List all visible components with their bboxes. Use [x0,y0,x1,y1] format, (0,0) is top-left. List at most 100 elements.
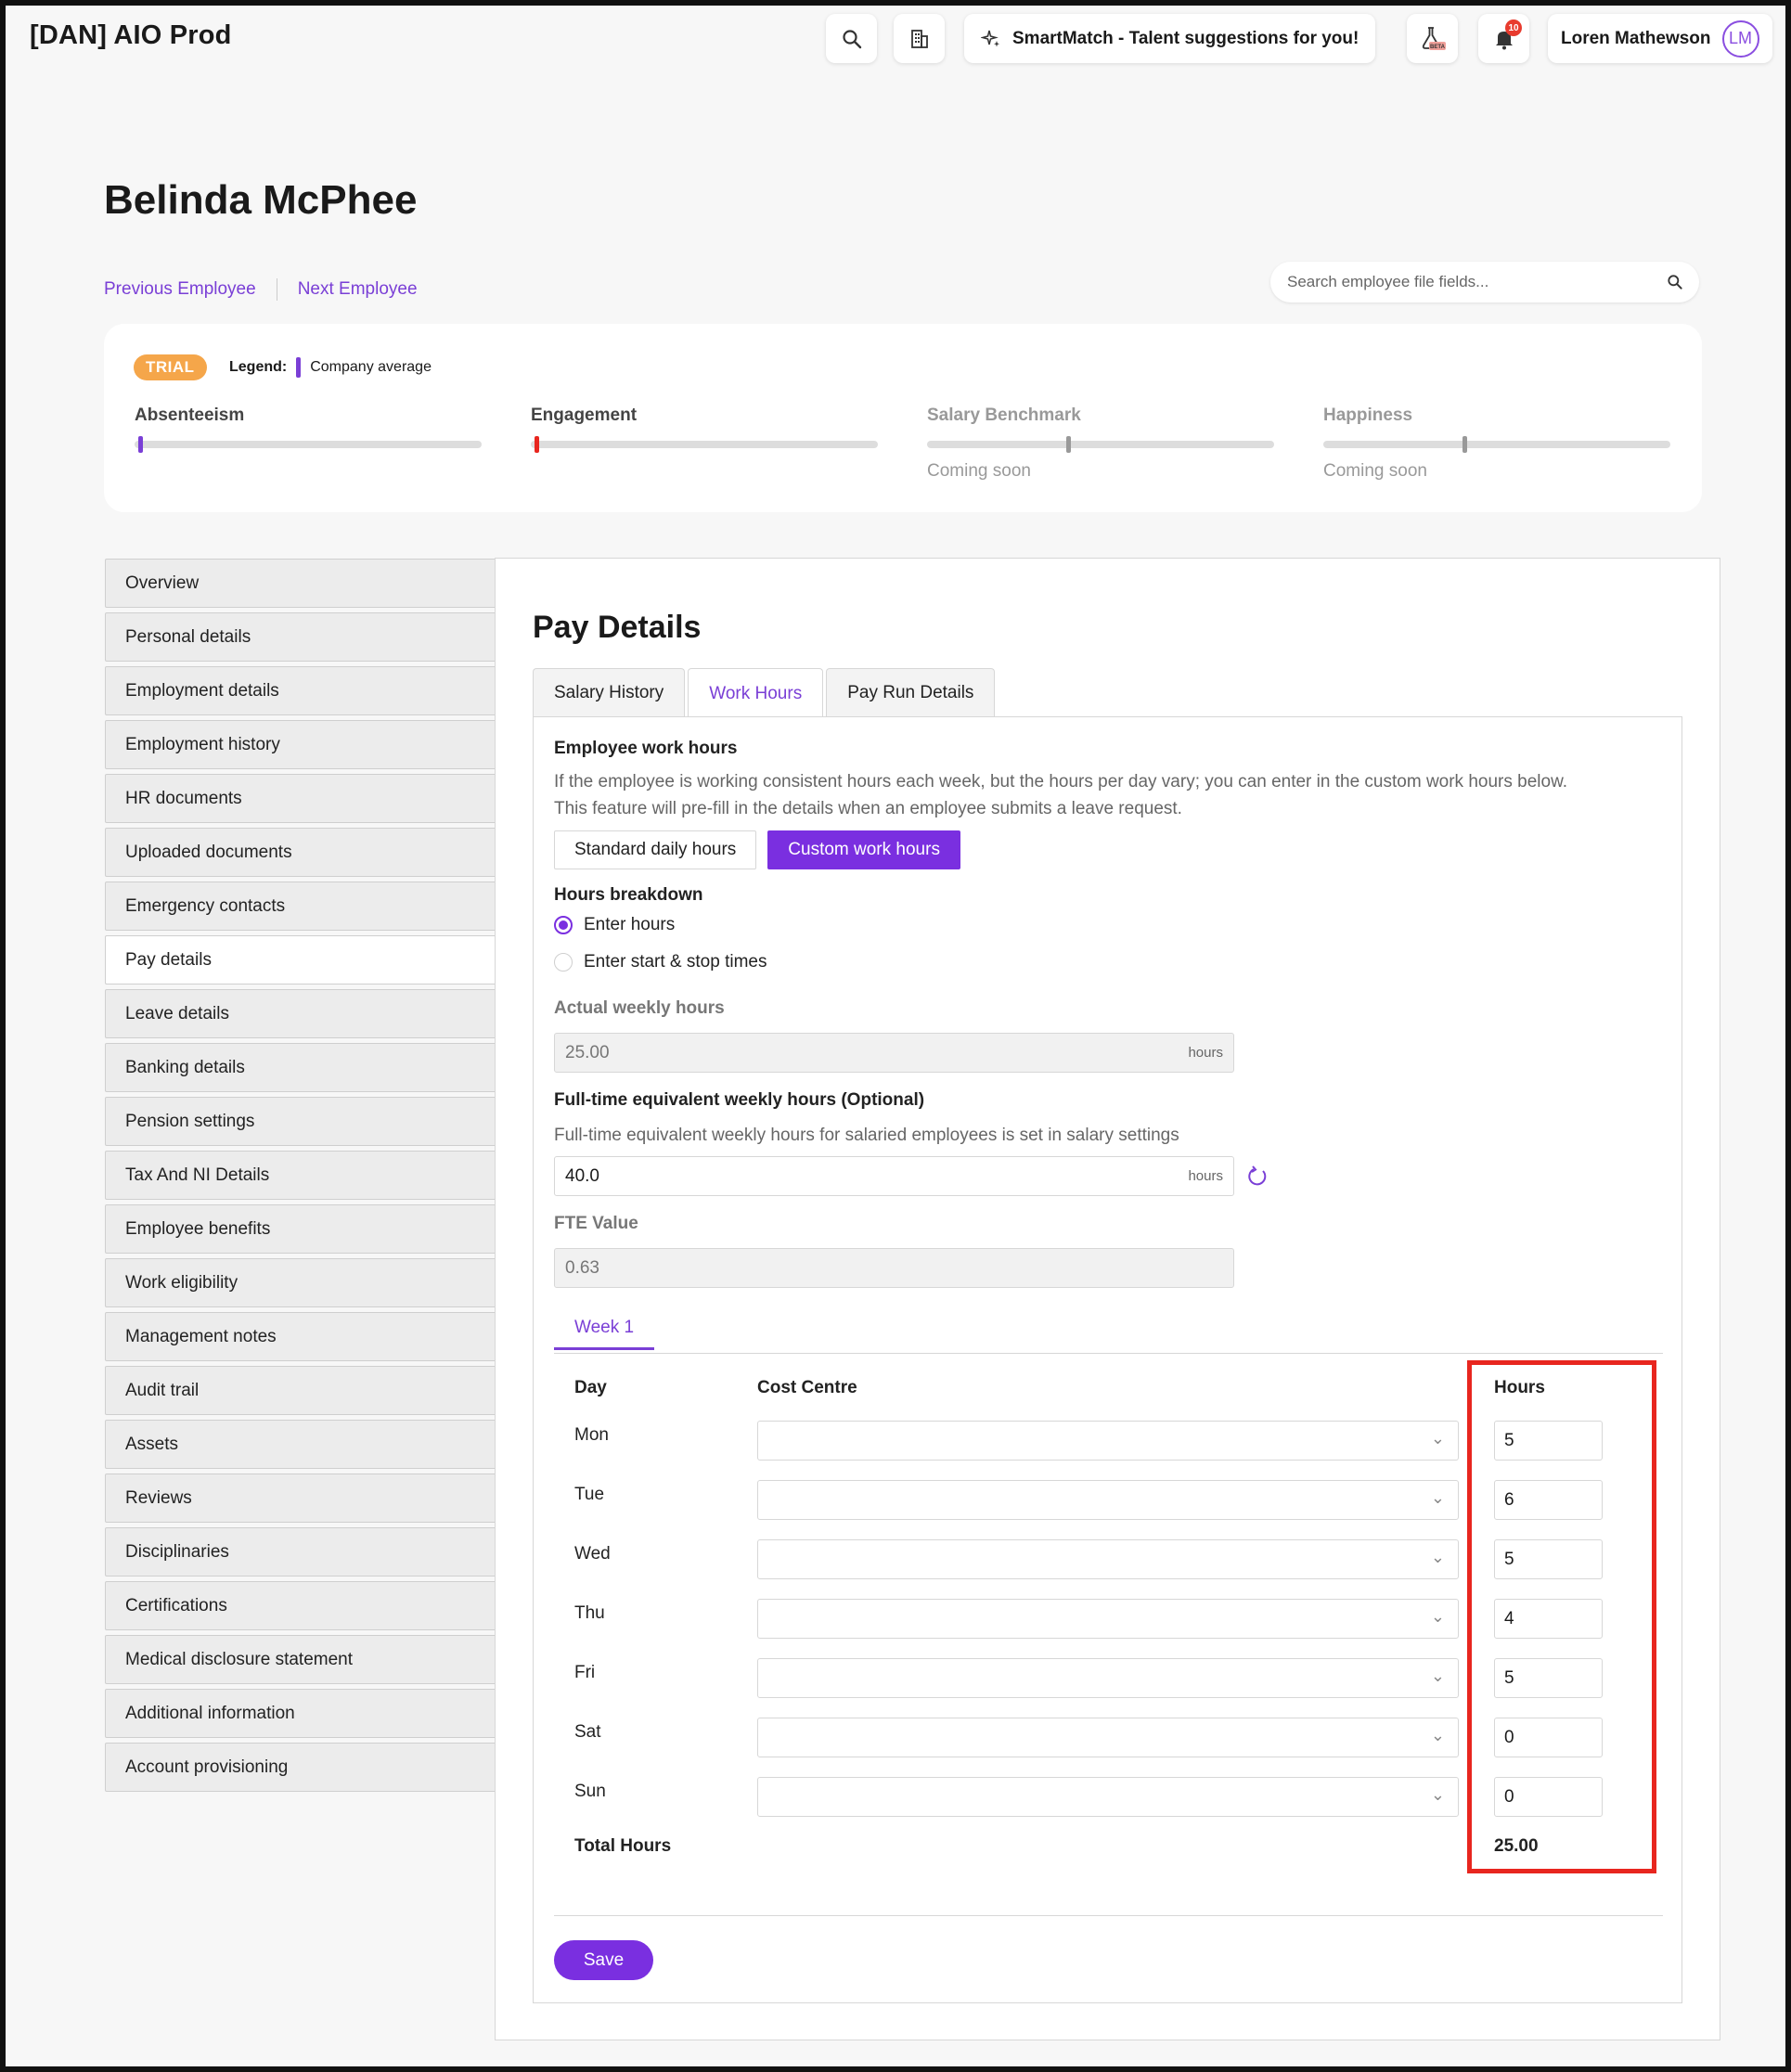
divider [554,1353,1663,1354]
metric-salary-benchmark: Salary Benchmark Coming soon [927,405,1274,482]
chevron-down-icon: ⌄ [1430,1488,1445,1507]
sidebar-item-uploaded-documents[interactable]: Uploaded documents [105,828,496,877]
metric-absenteeism: Absenteeism [135,405,482,453]
tab-salary-history[interactable]: Salary History [533,668,686,716]
sidebar-item-work-eligibility[interactable]: Work eligibility [105,1258,496,1307]
legend-label: Legend: [229,359,288,375]
global-search-button[interactable] [826,14,877,63]
cost-centre-select[interactable]: ⌄ [757,1539,1459,1579]
search-icon[interactable] [1666,273,1684,291]
chevron-down-icon: ⌄ [1430,1429,1445,1448]
metric-engagement: Engagement [531,405,878,453]
total-hours-label: Total Hours [574,1836,672,1856]
chevron-down-icon: ⌄ [1430,1548,1445,1566]
legend-item: Company average [310,359,432,375]
sidebar-item-account-provisioning[interactable]: Account provisioning [105,1743,496,1792]
fte-value-label: FTE Value [554,1214,638,1233]
sidebar-item-employee-benefits[interactable]: Employee benefits [105,1204,496,1254]
cost-centre-select[interactable]: ⌄ [757,1480,1459,1520]
smartmatch-label: SmartMatch - Talent suggestions for you! [1012,28,1359,48]
beta-labs-button[interactable]: BETA [1407,14,1458,63]
user-menu-button[interactable]: Loren Mathewson LM [1548,14,1772,63]
sidebar-item-medical-disclosure[interactable]: Medical disclosure statement [105,1635,496,1684]
pay-tabs: Salary History Work Hours Pay Run Detail… [533,668,996,718]
sidebar-item-personal-details[interactable]: Personal details [105,612,496,662]
tab-work-hours[interactable]: Work Hours [688,668,824,718]
sidebar-item-banking-details[interactable]: Banking details [105,1043,496,1092]
radio-enter-start-stop[interactable]: Enter start & stop times [554,952,767,972]
metric-bar [927,436,1274,453]
custom-work-hours-button[interactable]: Custom work hours [767,830,960,869]
column-header-day: Day [574,1378,607,1397]
app-frame: [DAN] AIO Prod SmartMatch - Talent sugge… [0,0,1791,2072]
metric-label: Engagement [531,405,638,425]
fte-hours-input[interactable]: 40.0 hours [554,1156,1234,1196]
standard-daily-hours-button[interactable]: Standard daily hours [554,830,757,869]
notifications-button[interactable]: 10 [1478,14,1529,63]
tab-week-1[interactable]: Week 1 [554,1318,655,1350]
previous-employee-link[interactable]: Previous Employee [104,279,256,300]
sidebar-item-tax-and-ni-details[interactable]: Tax And NI Details [105,1151,496,1200]
sidebar-item-employment-details[interactable]: Employment details [105,666,496,715]
cost-centre-select[interactable]: ⌄ [757,1777,1459,1817]
actual-weekly-hours-value: 25.00 [565,1042,610,1062]
sidebar-item-employment-history[interactable]: Employment history [105,720,496,769]
day-label-thu: Thu [574,1603,605,1623]
radio-enter-hours[interactable]: Enter hours [554,915,675,935]
column-header-cost-centre: Cost Centre [757,1378,857,1397]
notification-count-badge: 10 [1505,19,1522,36]
cost-centre-select[interactable]: ⌄ [757,1658,1459,1698]
fte-hours-label: Full-time equivalent weekly hours (Optio… [554,1090,925,1110]
unit-label: hours [1188,1045,1223,1061]
page-title: Pay Details [533,610,702,645]
company-button[interactable] [894,14,945,63]
metric-marker [1462,436,1467,453]
day-label-wed: Wed [574,1544,611,1564]
sidebar-item-additional-information[interactable]: Additional information [105,1689,496,1738]
metrics-card: TRIAL Legend: Company average Absenteeis… [104,324,1702,512]
work-hours-description: If the employee is working consistent ho… [554,772,1568,791]
smartmatch-button[interactable]: SmartMatch - Talent suggestions for you! [964,14,1376,63]
sidebar-item-pension-settings[interactable]: Pension settings [105,1097,496,1146]
actual-weekly-hours-label: Actual weekly hours [554,998,725,1018]
next-employee-link[interactable]: Next Employee [298,279,418,300]
metric-bar [135,436,482,453]
radio-button[interactable] [554,953,573,972]
legend: Legend: Company average [229,357,432,378]
sidebar-item-emergency-contacts[interactable]: Emergency contacts [105,882,496,931]
coming-soon-note: Coming soon [1323,461,1427,481]
chevron-down-icon: ⌄ [1430,1785,1445,1804]
sidebar-item-pay-details[interactable]: Pay details [105,935,496,985]
save-button[interactable]: Save [554,1940,653,1980]
sidebar-item-management-notes[interactable]: Management notes [105,1312,496,1361]
day-label-mon: Mon [574,1425,609,1445]
search-input[interactable] [1285,272,1666,292]
sidebar-item-assets[interactable]: Assets [105,1420,496,1469]
fte-value: 0.63 [565,1257,599,1278]
metric-label: Happiness [1323,405,1413,425]
trial-badge: TRIAL [134,354,207,380]
divider [554,1915,1663,1916]
sidebar-item-disciplinaries[interactable]: Disciplinaries [105,1527,496,1577]
chevron-down-icon: ⌄ [1430,1607,1445,1626]
sidebar-item-hr-documents[interactable]: HR documents [105,774,496,823]
cost-centre-select[interactable]: ⌄ [757,1421,1459,1461]
sidebar-item-audit-trail[interactable]: Audit trail [105,1366,496,1415]
metric-marker [137,436,143,453]
fte-value-field: 0.63 [554,1248,1234,1288]
sidebar-item-leave-details[interactable]: Leave details [105,989,496,1038]
cost-centre-select[interactable]: ⌄ [757,1718,1459,1757]
fte-hours-description: Full-time equivalent weekly hours for sa… [554,1126,1179,1145]
sidebar-item-certifications[interactable]: Certifications [105,1581,496,1630]
hours-column-highlight [1467,1360,1656,1873]
radio-button-selected[interactable] [554,916,573,934]
day-label-tue: Tue [574,1485,605,1504]
reset-icon[interactable] [1245,1165,1269,1189]
tab-pay-run-details[interactable]: Pay Run Details [826,668,996,716]
avatar: LM [1721,19,1759,58]
day-label-sat: Sat [574,1722,601,1742]
building-icon [910,29,928,48]
cost-centre-select[interactable]: ⌄ [757,1599,1459,1639]
sidebar-item-reviews[interactable]: Reviews [105,1474,496,1523]
sidebar-item-overview[interactable]: Overview [105,559,496,608]
